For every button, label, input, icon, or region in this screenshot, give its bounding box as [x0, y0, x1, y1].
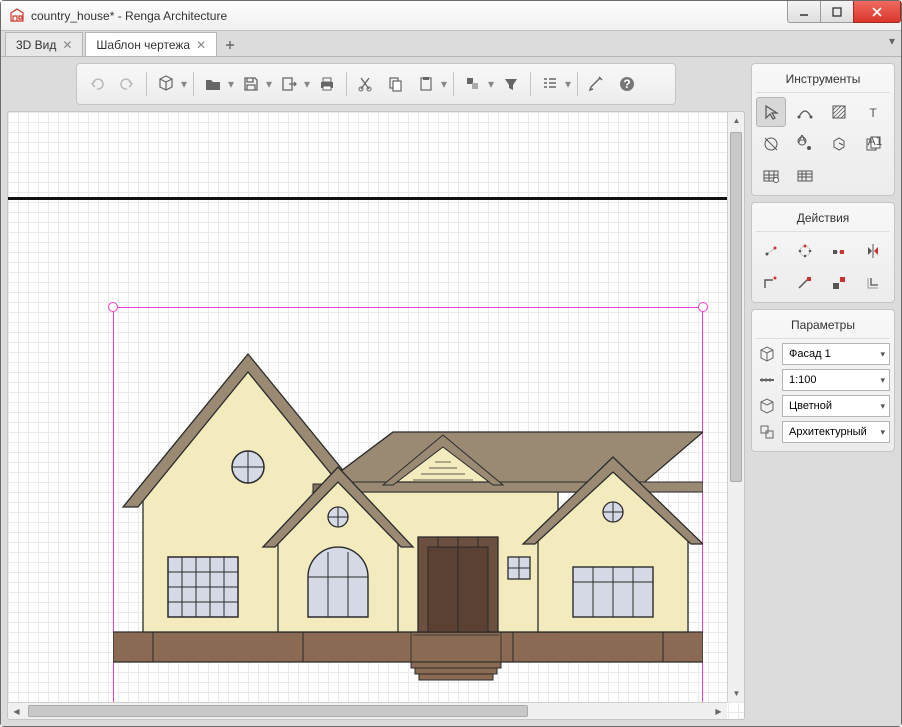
titlebar: country_house* - Renga Architecture	[1, 1, 901, 31]
filter-button[interactable]	[497, 70, 525, 98]
settings-button[interactable]	[583, 70, 611, 98]
line-tool[interactable]	[790, 97, 820, 127]
extend-action[interactable]	[790, 268, 820, 298]
house-drawing[interactable]	[113, 322, 703, 682]
paste-button[interactable]	[412, 70, 440, 98]
main: ▾ ▾ ▾ ▾ ▾ ▾ ▾ ?	[1, 57, 901, 726]
style-select[interactable]: Архитектурный	[782, 421, 890, 443]
panel-title: Действия	[756, 207, 890, 232]
selection-handle[interactable]	[108, 302, 118, 312]
scroll-up-button[interactable]: ▲	[728, 112, 745, 129]
dropdown-icon[interactable]: ▾	[180, 77, 188, 91]
window-title: country_house* - Renga Architecture	[31, 9, 227, 23]
copy-button[interactable]	[382, 70, 410, 98]
component-tool[interactable]	[824, 129, 854, 159]
scale-icon	[756, 369, 778, 391]
scroll-left-button[interactable]: ◀	[8, 703, 25, 720]
hatch-tool[interactable]	[824, 97, 854, 127]
close-tab-icon[interactable]: ✕	[62, 40, 72, 50]
dimension-tool[interactable]	[756, 129, 786, 159]
tab-3d-view[interactable]: 3D Вид ✕	[5, 32, 83, 56]
scale-action[interactable]	[824, 268, 854, 298]
tools-panel: Инструменты T A A1	[751, 63, 895, 196]
list-button[interactable]	[536, 70, 564, 98]
canvas[interactable]: ▲ ▼ ◀ ▶	[7, 111, 745, 720]
params-panel: Параметры Фасад 1 1:100 Цветной Архитект…	[751, 309, 895, 452]
dropdown-icon[interactable]: ▾	[227, 77, 235, 91]
panel-title: Параметры	[756, 314, 890, 339]
svg-text:A: A	[798, 135, 806, 146]
schedule-tool[interactable]	[790, 161, 820, 191]
move-action[interactable]	[756, 236, 786, 266]
cut-button[interactable]	[352, 70, 380, 98]
vertical-scrollbar[interactable]: ▲ ▼	[727, 112, 744, 702]
mirror-action[interactable]	[858, 236, 888, 266]
redo-button[interactable]	[113, 70, 141, 98]
copy-action[interactable]	[824, 236, 854, 266]
print-button[interactable]	[313, 70, 341, 98]
scroll-thumb[interactable]	[28, 705, 528, 717]
app-logo-icon	[9, 8, 25, 24]
page-edge	[8, 197, 744, 200]
select-tool[interactable]	[756, 97, 786, 127]
tab-label: Шаблон чертежа	[96, 38, 190, 52]
table-tool[interactable]	[756, 161, 786, 191]
svg-text:?: ?	[623, 77, 630, 91]
toolbar: ▾ ▾ ▾ ▾ ▾ ▾ ▾ ?	[76, 63, 676, 105]
scroll-thumb[interactable]	[730, 132, 742, 482]
scroll-right-button[interactable]: ▶	[710, 703, 727, 720]
close-tab-icon[interactable]: ✕	[196, 40, 206, 50]
save-button[interactable]	[237, 70, 265, 98]
help-button[interactable]: ?	[613, 70, 641, 98]
dropdown-icon[interactable]: ▾	[487, 77, 495, 91]
selection-handle[interactable]	[698, 302, 708, 312]
horizontal-scrollbar[interactable]: ◀ ▶	[8, 702, 727, 719]
window-buttons	[788, 1, 901, 23]
new-button[interactable]	[152, 70, 180, 98]
color-mode-icon	[756, 395, 778, 417]
style-icon	[756, 421, 778, 443]
actions-panel: Действия	[751, 202, 895, 303]
section-tool[interactable]: A1	[858, 129, 888, 159]
open-button[interactable]	[199, 70, 227, 98]
text-tool[interactable]: T	[858, 97, 888, 127]
export-button[interactable]	[275, 70, 303, 98]
panel-title: Инструменты	[756, 68, 890, 93]
trim-action[interactable]	[756, 268, 786, 298]
view-icon	[756, 343, 778, 365]
canvas-area: ▾ ▾ ▾ ▾ ▾ ▾ ▾ ?	[1, 57, 751, 726]
scroll-down-button[interactable]: ▼	[728, 685, 745, 702]
scale-select[interactable]: 1:100	[782, 369, 890, 391]
svg-text:A1: A1	[868, 135, 882, 148]
maximize-button[interactable]	[820, 1, 854, 23]
view-select[interactable]: Фасад 1	[782, 343, 890, 365]
minimize-button[interactable]	[787, 1, 821, 23]
layers-button[interactable]	[459, 70, 487, 98]
dropdown-icon[interactable]: ▾	[265, 77, 273, 91]
rotate-action[interactable]	[790, 236, 820, 266]
add-tab-button[interactable]	[219, 34, 241, 56]
right-panels: Инструменты T A A1 Действия	[751, 57, 901, 726]
undo-button[interactable]	[83, 70, 111, 98]
tabbar: 3D Вид ✕ Шаблон чертежа ✕ ▾	[1, 31, 901, 57]
axis-tool[interactable]: A	[790, 129, 820, 159]
dropdown-icon[interactable]: ▾	[564, 77, 572, 91]
svg-text:T: T	[869, 106, 877, 120]
dropdown-icon[interactable]: ▾	[440, 77, 448, 91]
tab-drawing-template[interactable]: Шаблон чертежа ✕	[85, 32, 217, 56]
tab-label: 3D Вид	[16, 38, 56, 52]
color-mode-select[interactable]: Цветной	[782, 395, 890, 417]
close-button[interactable]	[853, 1, 901, 23]
tab-menu-button[interactable]: ▾	[889, 34, 895, 48]
dropdown-icon[interactable]: ▾	[303, 77, 311, 91]
offset-action[interactable]	[858, 268, 888, 298]
